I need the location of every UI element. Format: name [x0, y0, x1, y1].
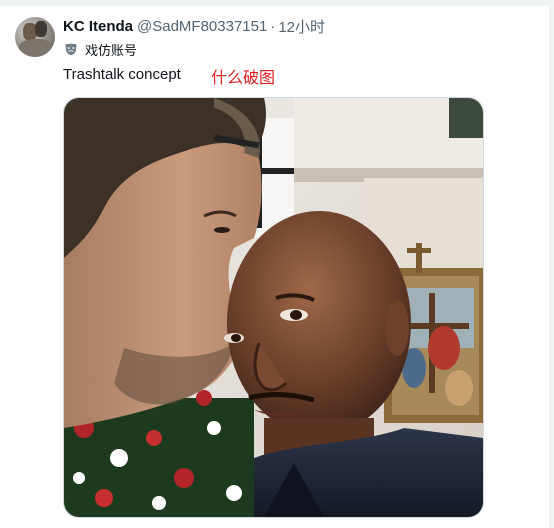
photo-illustration: [64, 98, 483, 517]
right-edge: [549, 0, 554, 528]
theater-mask-icon: [63, 41, 79, 57]
author-name[interactable]: KC Itenda: [63, 18, 133, 35]
separator-dot: ·: [270, 17, 276, 35]
tweet-card: KC Itenda @SadMF80337151 · 12小时 戏仿账号 Tra…: [0, 0, 554, 528]
avatar[interactable]: [15, 17, 55, 57]
parody-badge: 戏仿账号: [63, 40, 137, 58]
tweet-media-image[interactable]: [63, 97, 484, 518]
tweet-timestamp[interactable]: 12小时: [278, 16, 325, 37]
tweet-header: KC Itenda @SadMF80337151 · 12小时: [63, 16, 325, 36]
red-annotation: 什么破图: [211, 70, 276, 87]
badge-label: 戏仿账号: [85, 42, 138, 58]
top-divider: [0, 0, 554, 6]
tweet-text: Trashtalk concept: [63, 66, 181, 83]
author-handle[interactable]: @SadMF80337151: [137, 18, 267, 35]
